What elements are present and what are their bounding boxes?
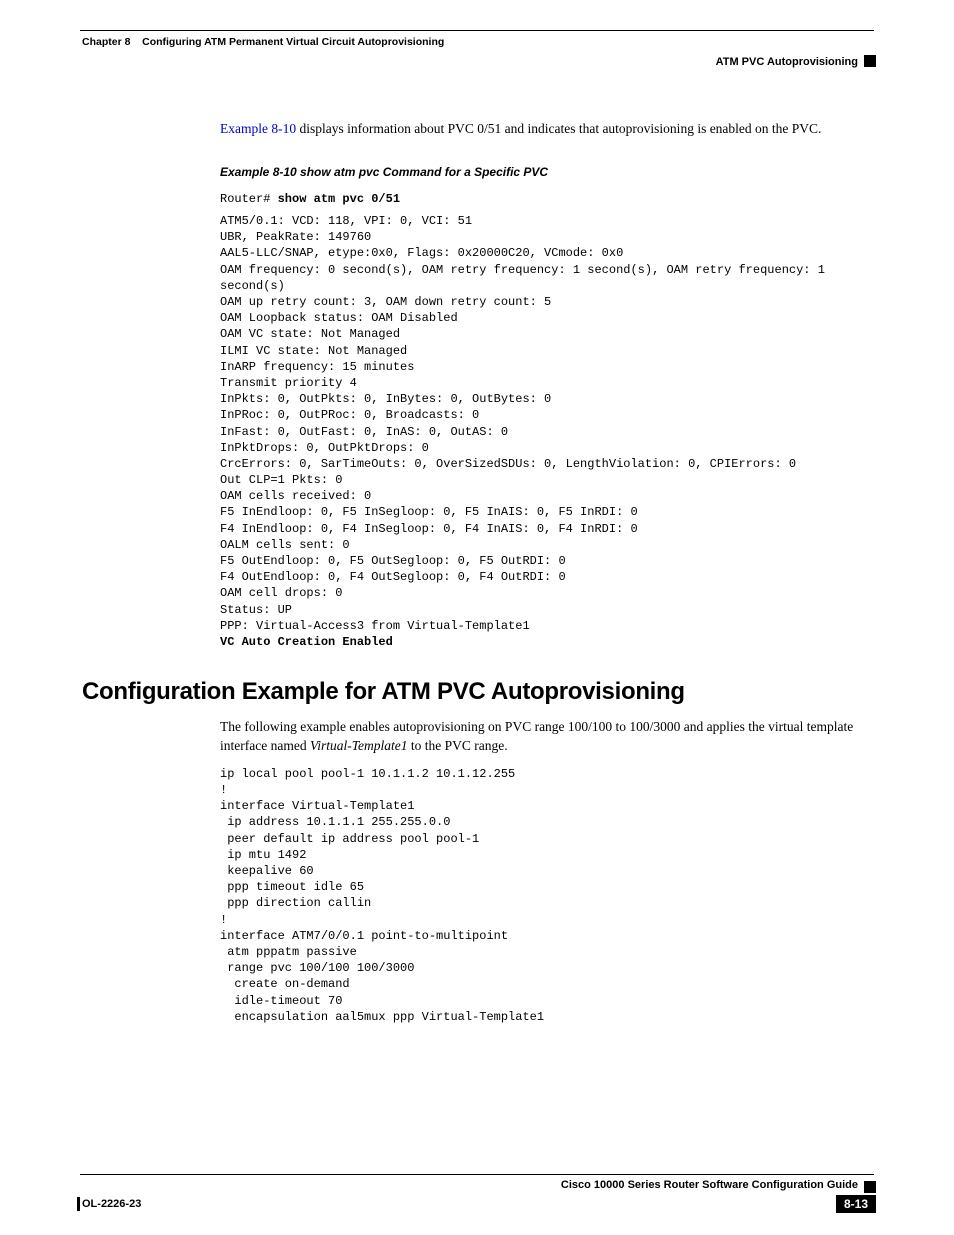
config-block: ip local pool pool-1 10.1.1.2 10.1.12.25… (220, 766, 874, 1025)
footer-doc-id: OL-2226-23 (82, 1198, 141, 1210)
chapter-title: Configuring ATM Permanent Virtual Circui… (142, 36, 444, 48)
example-link[interactable]: Example 8-10 (220, 121, 296, 136)
intro-text: displays information about PVC 0/51 and … (296, 121, 821, 136)
section2-paragraph: The following example enables autoprovis… (220, 718, 874, 756)
footer-marker-icon (864, 1181, 876, 1193)
footer-guide-title: Cisco 10000 Series Router Software Confi… (561, 1179, 858, 1191)
page-number: 8-13 (836, 1195, 876, 1213)
section2-para-italic: Virtual-Template1 (310, 738, 408, 753)
chapter-number: Chapter 8 (82, 36, 130, 48)
router-command-line: Router# show atm pvc 0/51 (220, 191, 874, 207)
router-prompt: Router# (220, 192, 278, 206)
section-heading: Configuration Example for ATM PVC Autopr… (82, 678, 874, 706)
cli-output-last: VC Auto Creation Enabled (220, 635, 393, 649)
cli-output-body: ATM5/0.1: VCD: 118, VPI: 0, VCI: 51 UBR,… (220, 214, 832, 633)
example-caption: Example 8-10 show atm pvc Command for a … (220, 165, 874, 179)
cli-output: ATM5/0.1: VCD: 118, VPI: 0, VCI: 51 UBR,… (220, 213, 874, 650)
router-command: show atm pvc 0/51 (278, 192, 400, 206)
header-rule (80, 30, 874, 31)
header-marker-icon (864, 55, 876, 67)
footer-doc-bar (77, 1197, 80, 1211)
section2-para-end: to the PVC range. (407, 738, 507, 753)
header-chapter: Chapter 8 Configuring ATM Permanent Virt… (82, 36, 444, 48)
intro-paragraph: Example 8-10 displays information about … (220, 120, 874, 139)
page-content: Example 8-10 displays information about … (82, 120, 874, 1031)
header-section: ATM PVC Autoprovisioning (716, 56, 858, 68)
footer-rule (80, 1174, 874, 1175)
